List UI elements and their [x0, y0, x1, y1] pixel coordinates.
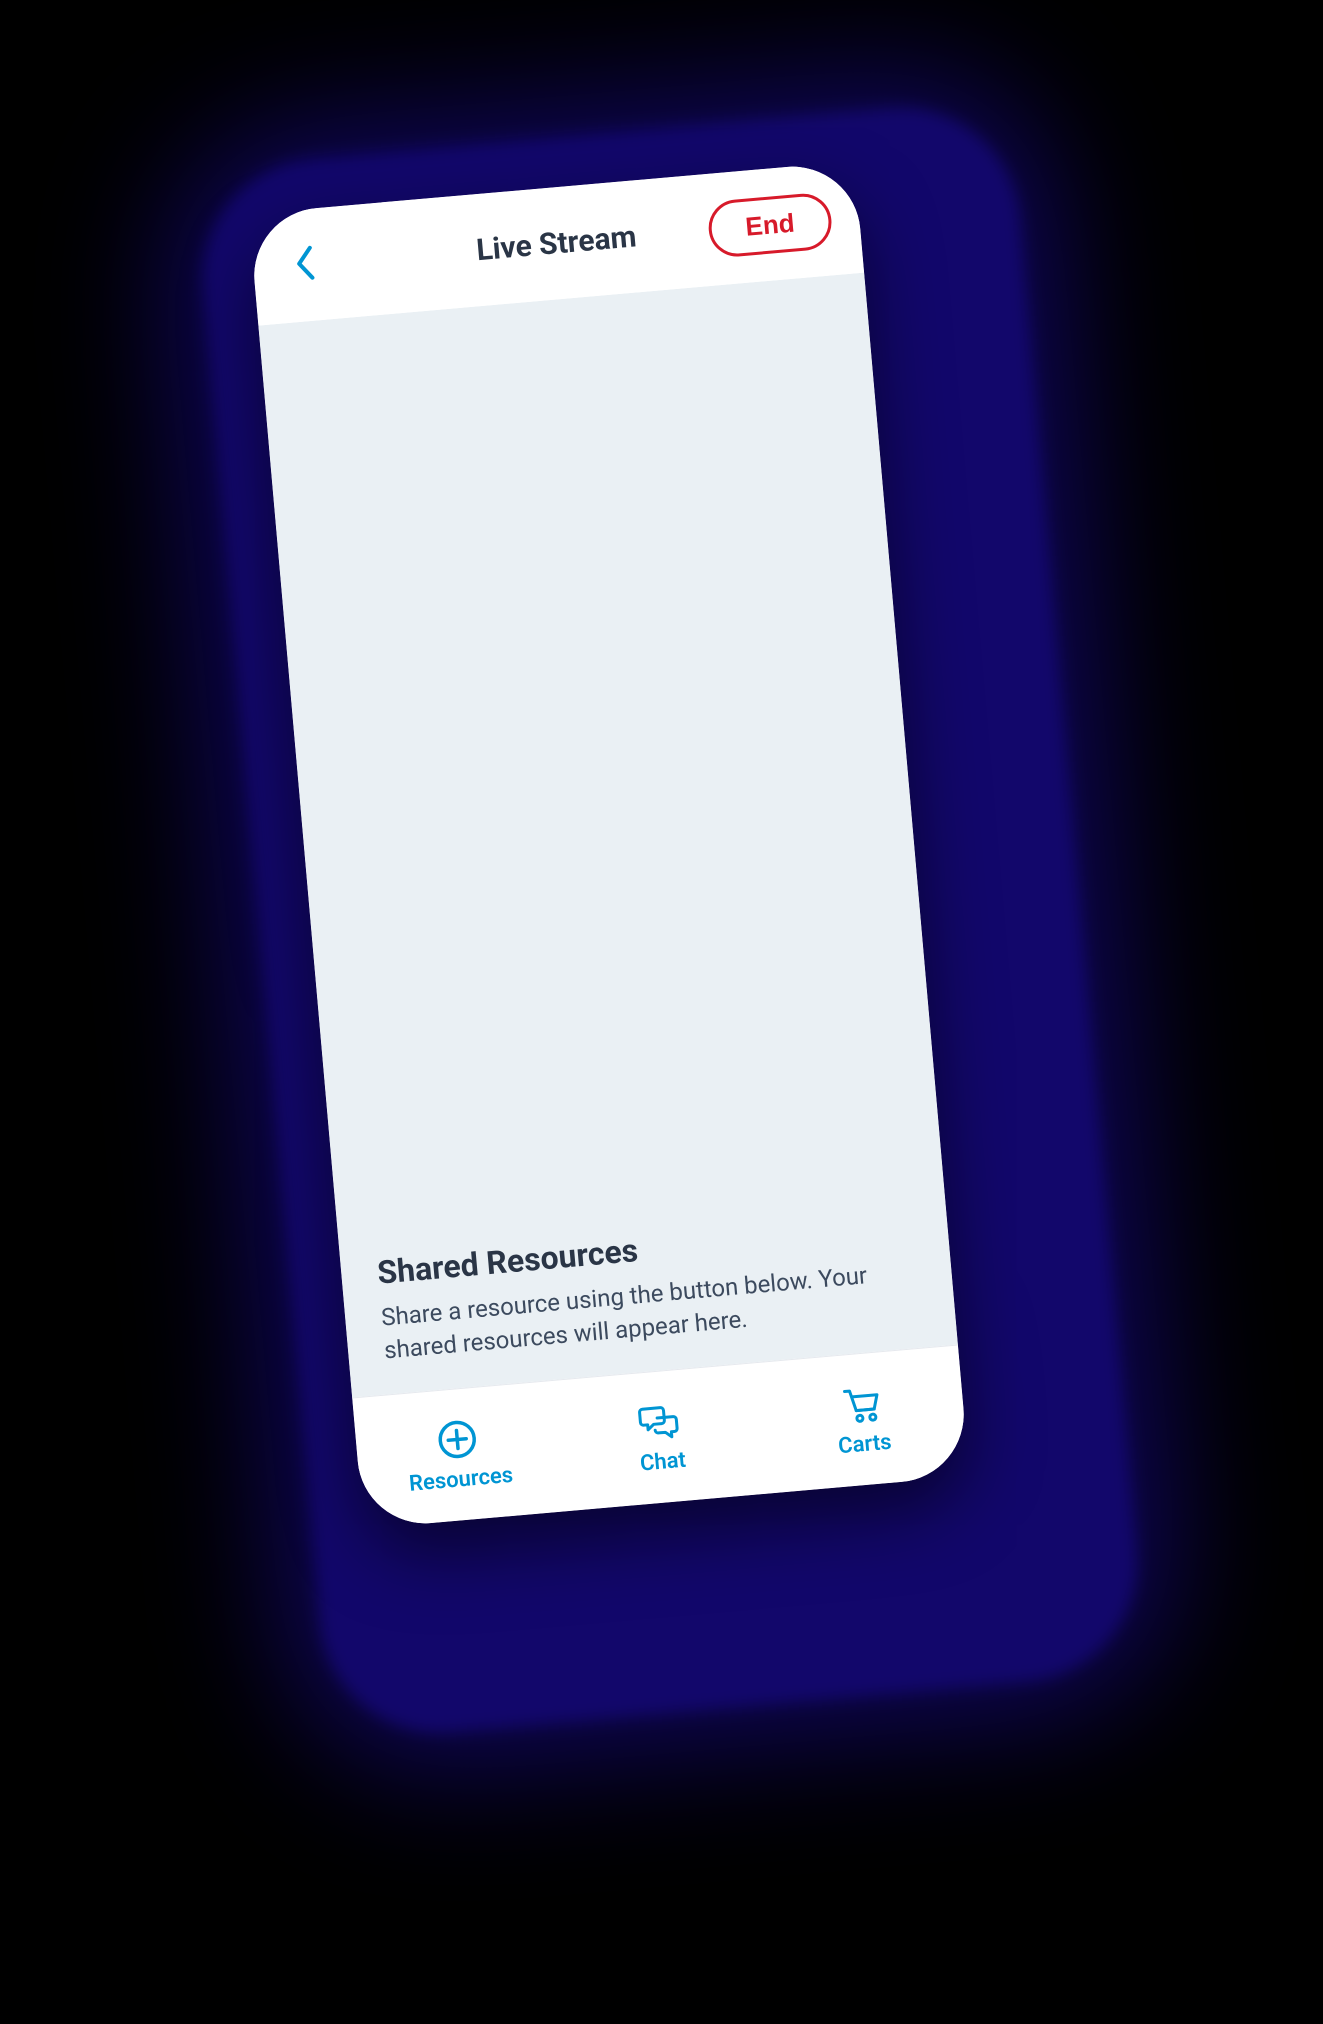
- plus-circle-icon: [434, 1416, 482, 1464]
- tab-carts-label: Carts: [837, 1430, 892, 1460]
- end-button[interactable]: End: [706, 191, 834, 259]
- content-area: Shared Resources Share a resource using …: [258, 273, 957, 1398]
- phone-frame: Live Stream End Shared Resources Share a…: [249, 161, 970, 1529]
- cart-icon: [838, 1380, 886, 1428]
- tab-carts[interactable]: Carts: [756, 1345, 969, 1493]
- tab-resources-label: Resources: [408, 1463, 514, 1497]
- tab-chat[interactable]: Chat: [554, 1363, 767, 1511]
- stream-placeholder: [258, 273, 943, 1238]
- tab-chat-label: Chat: [639, 1448, 687, 1477]
- back-button[interactable]: [279, 239, 331, 291]
- chevron-left-icon: [292, 243, 320, 287]
- chat-bubbles-icon: [636, 1398, 684, 1446]
- tab-resources[interactable]: Resources: [352, 1381, 565, 1529]
